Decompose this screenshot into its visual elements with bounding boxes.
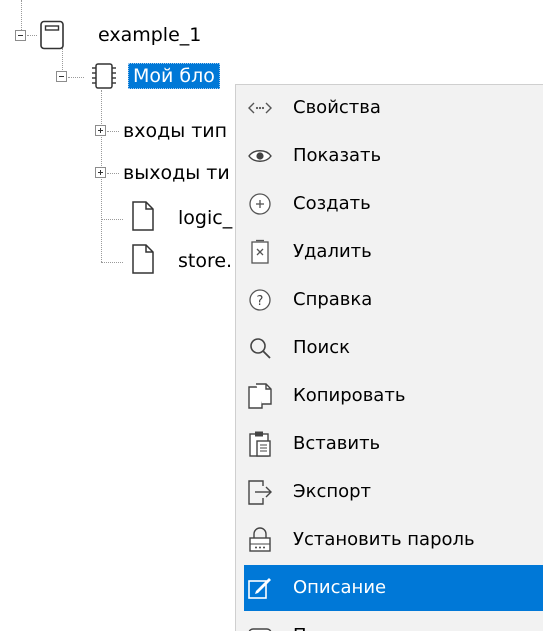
- tree-line: [101, 262, 123, 263]
- context-menu: Свойства Показать Создать Удалить ? Спра…: [235, 84, 543, 631]
- tree-line: [101, 219, 123, 220]
- expand-toggle[interactable]: [95, 125, 106, 136]
- tree-node-inputs-label[interactable]: входы тип: [123, 119, 227, 143]
- collapse-toggle[interactable]: [15, 30, 26, 41]
- collapse-toggle[interactable]: [56, 71, 67, 82]
- menu-item-more[interactable]: П: [236, 613, 543, 631]
- menu-item-export[interactable]: Экспорт: [236, 469, 543, 515]
- tree-node-root-label[interactable]: example_1: [98, 23, 201, 47]
- menu-item-delete[interactable]: Удалить: [236, 229, 543, 275]
- tree-line: [107, 173, 119, 174]
- tree-line: [68, 77, 84, 78]
- help-icon: ?: [246, 286, 274, 314]
- menu-item-properties[interactable]: Свойства: [236, 85, 543, 131]
- properties-icon: [246, 94, 274, 122]
- menu-item-show[interactable]: Показать: [236, 133, 543, 179]
- tree-node-logic-label[interactable]: logic_: [178, 206, 232, 230]
- device-icon: [39, 20, 65, 50]
- menu-item-create[interactable]: Создать: [236, 181, 543, 227]
- svg-text:?: ?: [257, 294, 264, 309]
- menu-item-help[interactable]: ? Справка: [236, 277, 543, 323]
- expand-toggle[interactable]: [95, 167, 106, 178]
- menu-item-search[interactable]: Поиск: [236, 325, 543, 371]
- delete-icon: [246, 238, 274, 266]
- tree-line: [21, 0, 22, 30]
- menu-item-paste[interactable]: Вставить: [236, 421, 543, 467]
- eye-icon: [246, 142, 274, 170]
- tree-node-outputs-label[interactable]: выходы ти: [123, 161, 230, 185]
- tree-node-store-label[interactable]: store.: [178, 249, 232, 273]
- tree-line: [107, 131, 119, 132]
- file-icon: [130, 243, 156, 275]
- copy-icon: [246, 382, 274, 410]
- edit-icon: [246, 574, 274, 602]
- add-circle-icon: [246, 190, 274, 218]
- menu-item-set-password[interactable]: Установить пароль: [236, 517, 543, 563]
- tree-line: [27, 35, 37, 36]
- menu-item-copy[interactable]: Копировать: [236, 373, 543, 419]
- lock-icon: [246, 526, 274, 554]
- search-icon: [246, 334, 274, 362]
- chip-icon: [90, 61, 118, 91]
- export-icon: [246, 478, 274, 506]
- paste-icon: [246, 430, 274, 458]
- menu-item-description[interactable]: Описание: [244, 565, 543, 611]
- file-icon: [130, 200, 156, 232]
- tree-node-block-label[interactable]: Мой бло: [128, 63, 220, 89]
